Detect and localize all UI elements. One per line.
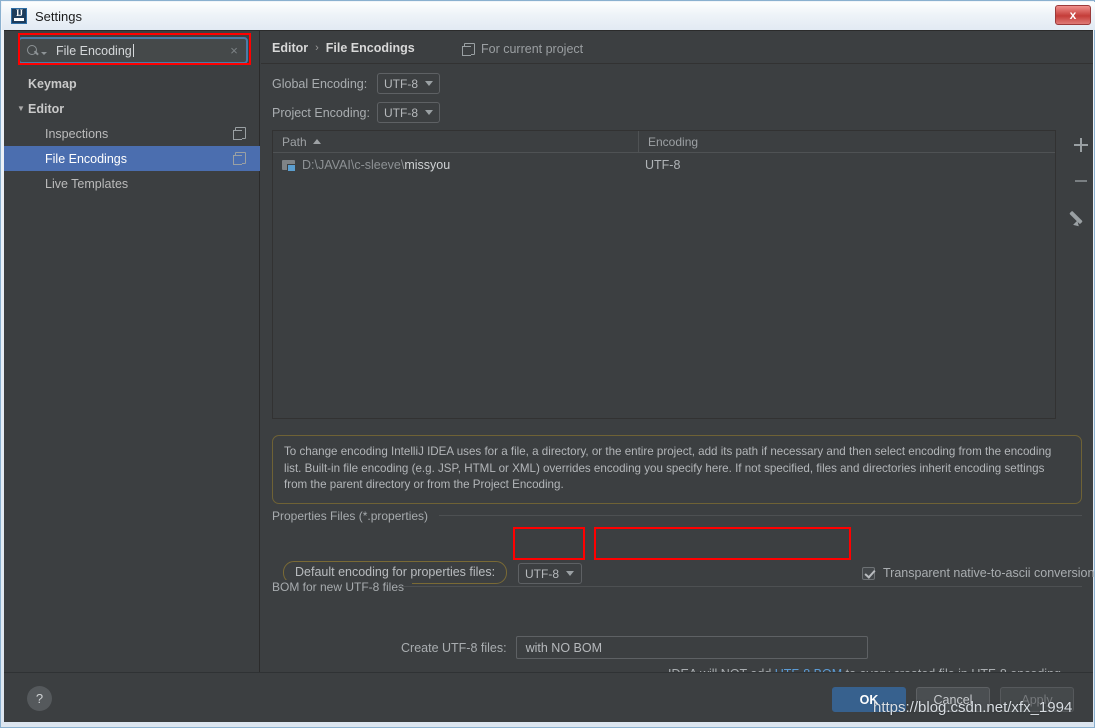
table-header: Path Encoding [273,131,1055,153]
chevron-down-icon [425,81,433,86]
breadcrumb-current: File Encodings [325,41,415,55]
global-encoding-row: Global Encoding: UTF-8 [272,73,440,94]
bom-group-divider [399,586,1082,587]
breadcrumb-parent[interactable]: Editor [272,41,308,55]
column-header-encoding[interactable]: Encoding [639,131,698,152]
create-utf8-files-row: Create UTF-8 files: with NO BOM [401,636,868,659]
table-toolbar [1061,130,1095,228]
remove-icon[interactable] [1070,170,1092,192]
cell-encoding[interactable]: UTF-8 [639,158,680,172]
transparent-native-to-ascii-row[interactable]: Transparent native-to-ascii conversion [862,566,1094,580]
copy-settings-icon [462,43,475,56]
settings-sidebar: File Encoding × Keymap ▼ Editor Inspecti… [4,31,260,672]
sort-ascending-icon [312,139,321,144]
search-field-wrapper: File Encoding × [18,37,248,64]
column-header-path[interactable]: Path [273,131,639,152]
help-button[interactable]: ? [27,686,52,711]
chevron-down-icon[interactable]: ▼ [14,104,28,113]
sidebar-item-keymap[interactable]: Keymap [4,71,260,96]
title-bar: Settings x [2,2,1095,30]
window-frame: Settings x File Encoding × Ke [0,0,1095,728]
project-encoding-label: Project Encoding: [272,105,370,120]
sidebar-item-label: Editor [28,101,65,116]
sidebar-item-label: File Encodings [45,151,127,166]
dialog-body: File Encoding × Keymap ▼ Editor Inspecti… [4,30,1095,722]
settings-content-panel: Editor › File Encodings For current proj… [261,31,1095,681]
add-icon[interactable] [1070,134,1092,156]
info-box: To change encoding IntelliJ IDEA uses fo… [272,435,1082,504]
breadcrumb-separator-icon: › [315,42,319,54]
properties-group-divider [439,515,1082,516]
create-utf8-files-select[interactable]: with NO BOM [515,636,868,659]
sidebar-item-live-templates[interactable]: Live Templates [4,171,260,196]
project-encoding-select[interactable]: UTF-8 [377,102,440,123]
sidebar-item-editor[interactable]: ▼ Editor [4,96,260,121]
bom-group-title: BOM for new UTF-8 files [272,580,413,594]
global-encoding-select[interactable]: UTF-8 [377,73,440,94]
intellij-idea-icon [11,8,27,24]
settings-tree: Keymap ▼ Editor Inspections File Encodin… [4,71,260,196]
project-encoding-row: Project Encoding: UTF-8 [272,102,440,123]
folder-icon [282,159,296,172]
copy-settings-icon[interactable] [233,127,246,140]
project-encoding-value: UTF-8 [384,105,418,120]
close-icon: x [1069,8,1077,22]
table-row[interactable]: D:\JAVAI\c-sleeve\missyou UTF-8 [273,153,1055,176]
transparent-native-to-ascii-checkbox[interactable] [862,566,875,580]
close-button[interactable]: x [1055,5,1091,25]
sidebar-item-label: Live Templates [45,176,129,191]
path-prefix: D:\JAVAI\c-sleeve\ [302,157,405,172]
sidebar-item-file-encodings[interactable]: File Encodings [4,146,260,171]
transparent-native-to-ascii-label: Transparent native-to-ascii conversion [883,566,1095,580]
chevron-down-icon [566,571,574,576]
settings-dialog-screenshot: Settings x File Encoding × Ke [0,0,1095,728]
default-properties-encoding-select-wrap: UTF-8 [518,563,582,584]
create-utf8-files-value: with NO BOM [525,640,602,655]
create-utf8-files-label: Create UTF-8 files: [401,640,507,655]
sidebar-item-label: Keymap [28,76,77,91]
path-name: missyou [404,157,451,172]
window-title: Settings [35,8,82,24]
default-properties-encoding-value: UTF-8 [525,566,559,581]
breadcrumb: Editor › File Encodings [272,41,415,55]
search-input[interactable]: File Encoding × [18,37,248,64]
encodings-table: Path Encoding D:\JAVAI\c-sleeve\missyou … [272,130,1056,419]
copy-settings-icon[interactable] [233,152,246,165]
for-current-project-label: For current project [481,42,584,56]
search-input-value: File Encoding [56,43,134,58]
sidebar-item-inspections[interactable]: Inspections [4,121,260,146]
cell-path: D:\JAVAI\c-sleeve\missyou [273,158,639,172]
properties-group-title: Properties Files (*.properties) [272,509,437,523]
default-properties-encoding-select[interactable]: UTF-8 [518,563,582,584]
chevron-down-icon [425,110,433,115]
sidebar-item-label: Inspections [45,126,109,141]
global-encoding-label: Global Encoding: [272,76,368,91]
edit-icon[interactable] [1070,206,1092,228]
info-text: To change encoding IntelliJ IDEA uses fo… [284,445,1052,491]
search-icon [27,44,43,58]
header-divider [261,63,1093,64]
global-encoding-value: UTF-8 [384,76,418,91]
for-current-project-indicator: For current project [462,42,584,56]
clear-search-icon[interactable]: × [227,44,241,57]
watermark: https://blog.csdn.net/xfx_1994 [873,699,1073,716]
